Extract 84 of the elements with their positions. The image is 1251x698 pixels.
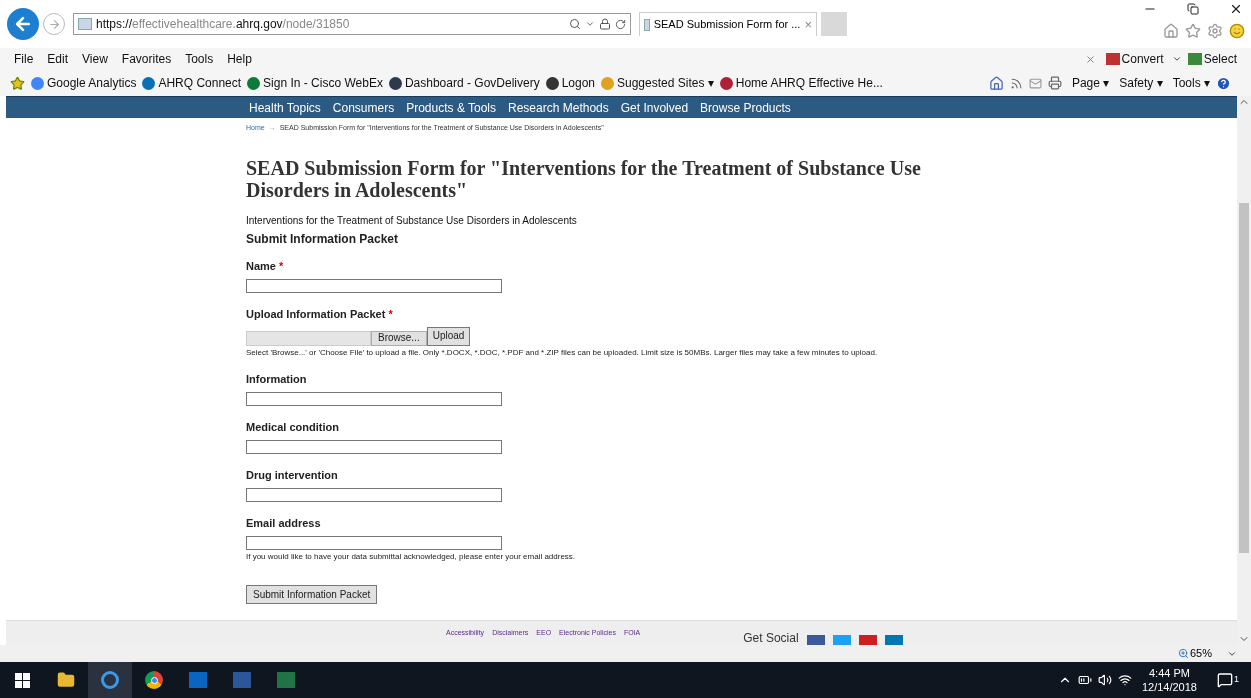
clock-date[interactable]: 12/14/2018 [1141, 680, 1197, 694]
favorite-link[interactable]: Sign In - Cisco WebEx [263, 74, 383, 92]
social-icon[interactable] [858, 635, 877, 645]
browse-button[interactable]: Browse... [371, 330, 427, 346]
file-path-field[interactable] [246, 330, 371, 346]
convert-button[interactable]: Convert [1105, 50, 1164, 68]
nav-link[interactable]: Get Involved [620, 98, 689, 117]
back-button[interactable] [7, 8, 39, 40]
volume-icon[interactable] [1097, 673, 1112, 687]
favorite-link[interactable]: Suggested Sites ▾ [617, 74, 714, 92]
menu-item[interactable]: Favorites [121, 50, 172, 68]
forward-arrow-icon [47, 17, 61, 31]
select-button[interactable]: Select [1187, 50, 1237, 68]
search-icon[interactable] [569, 18, 581, 30]
menu-item[interactable]: Help [227, 50, 252, 68]
tab-close-button[interactable]: × [804, 14, 812, 35]
field-label: Name * [246, 259, 285, 273]
social-icon[interactable] [884, 635, 903, 645]
refresh-icon[interactable] [615, 18, 626, 30]
text-field[interactable] [246, 535, 502, 550]
help-text: Select 'Browse...' or 'Choose File' to upload a file. Only *.DOCX, *.DOC, *.PDF and *.ZIP files can be uploaded. Limit size is 50MBs. Larger files may take a few minutes to upload. [246, 347, 879, 358]
printer-icon[interactable] [1047, 76, 1062, 90]
star-icon[interactable] [1185, 23, 1201, 39]
text-field[interactable] [246, 391, 502, 406]
social-icon[interactable] [832, 635, 851, 645]
section-heading: Submit Information Packet [246, 230, 400, 248]
page-subtitle: Interventions for the Treatment of Substance Use Disorders in Adolescents [246, 213, 578, 228]
field-label: Drug intervention [246, 468, 339, 482]
help-icon[interactable] [1216, 75, 1231, 91]
text-field[interactable] [246, 439, 502, 454]
page-title: SEAD Submission Form for "Interventions for the Treatment of Substance Use Disorders in Adolescents" [246, 156, 922, 201]
menu-item[interactable]: File [14, 50, 34, 68]
home-icon[interactable] [988, 75, 1004, 91]
scrollbar[interactable] [1237, 96, 1251, 645]
favorite-link[interactable]: Home AHRQ Effective He... [735, 74, 883, 92]
mail-icon[interactable] [1028, 76, 1042, 90]
submit-button[interactable]: Submit Information Packet [246, 584, 378, 604]
url-text: https://effectivehealthcare.ahrq.gov/node/31850 [96, 16, 350, 33]
upload-button[interactable]: Upload [426, 326, 471, 346]
favorite-link[interactable]: Google Analytics [47, 74, 137, 92]
command-menu[interactable]: Safety ▾ [1119, 74, 1163, 92]
menu-item[interactable]: Tools [185, 50, 214, 68]
zoom-icon[interactable] [1177, 648, 1189, 659]
favorites-star-icon[interactable] [10, 75, 25, 91]
field-label: Medical condition [246, 420, 340, 434]
social-heading: Get Social [743, 631, 799, 645]
dropdown-icon[interactable] [585, 19, 595, 29]
wifi-icon[interactable] [1117, 673, 1132, 687]
menu-item[interactable]: Edit [47, 50, 69, 68]
battery-icon[interactable] [1077, 673, 1092, 687]
tab-site-icon [644, 18, 650, 31]
text-field[interactable] [246, 487, 502, 502]
nav-link[interactable]: Research Methods [508, 98, 609, 117]
close-icon[interactable] [1229, 2, 1243, 16]
nav-link[interactable]: Health Topics [249, 98, 321, 117]
smiley-icon[interactable] [1229, 23, 1245, 39]
settings-icon[interactable] [1207, 23, 1223, 39]
command-menu[interactable]: Tools ▾ [1172, 74, 1210, 92]
address-bar[interactable]: https://effectivehealthcare.ahrq.gov/node/31850 [73, 13, 631, 35]
text-field[interactable] [246, 278, 502, 293]
lock-icon[interactable] [599, 18, 611, 30]
command-menu[interactable]: Page ▾ [1071, 74, 1110, 92]
menu-item[interactable]: View [82, 50, 108, 68]
rss-icon[interactable] [1009, 76, 1023, 90]
site-icon [78, 18, 92, 30]
favorite-link[interactable]: Logon [561, 74, 595, 92]
nav-link[interactable]: Products & Tools [406, 98, 496, 117]
field-label: Email address [246, 516, 322, 530]
favorite-link[interactable]: Dashboard - GovDelivery [404, 74, 540, 92]
help-text: If you would like to have your data submittal acknowledged, please enter your email address. [246, 551, 577, 562]
browser-tab[interactable]: SEAD Submission Form for ... × [639, 12, 817, 36]
nav-link[interactable]: Browse Products [700, 98, 791, 117]
field-label: Information [246, 372, 308, 386]
zoom-level[interactable]: 65% [1189, 645, 1212, 662]
dropdown-icon[interactable] [1171, 54, 1182, 64]
nav-link[interactable]: Consumers [332, 98, 395, 117]
social-icon[interactable] [806, 635, 825, 645]
field-label: Upload Information Packet * [246, 307, 394, 321]
scrollbar-thumb[interactable] [1239, 203, 1249, 553]
home-icon[interactable] [1163, 23, 1179, 39]
tab-title: SEAD Submission Form for ... [653, 17, 801, 33]
clock-time[interactable]: 4:44 PM [1148, 666, 1190, 680]
restore-icon[interactable] [1187, 2, 1199, 16]
favorite-link[interactable]: AHRQ Connect [158, 74, 242, 92]
